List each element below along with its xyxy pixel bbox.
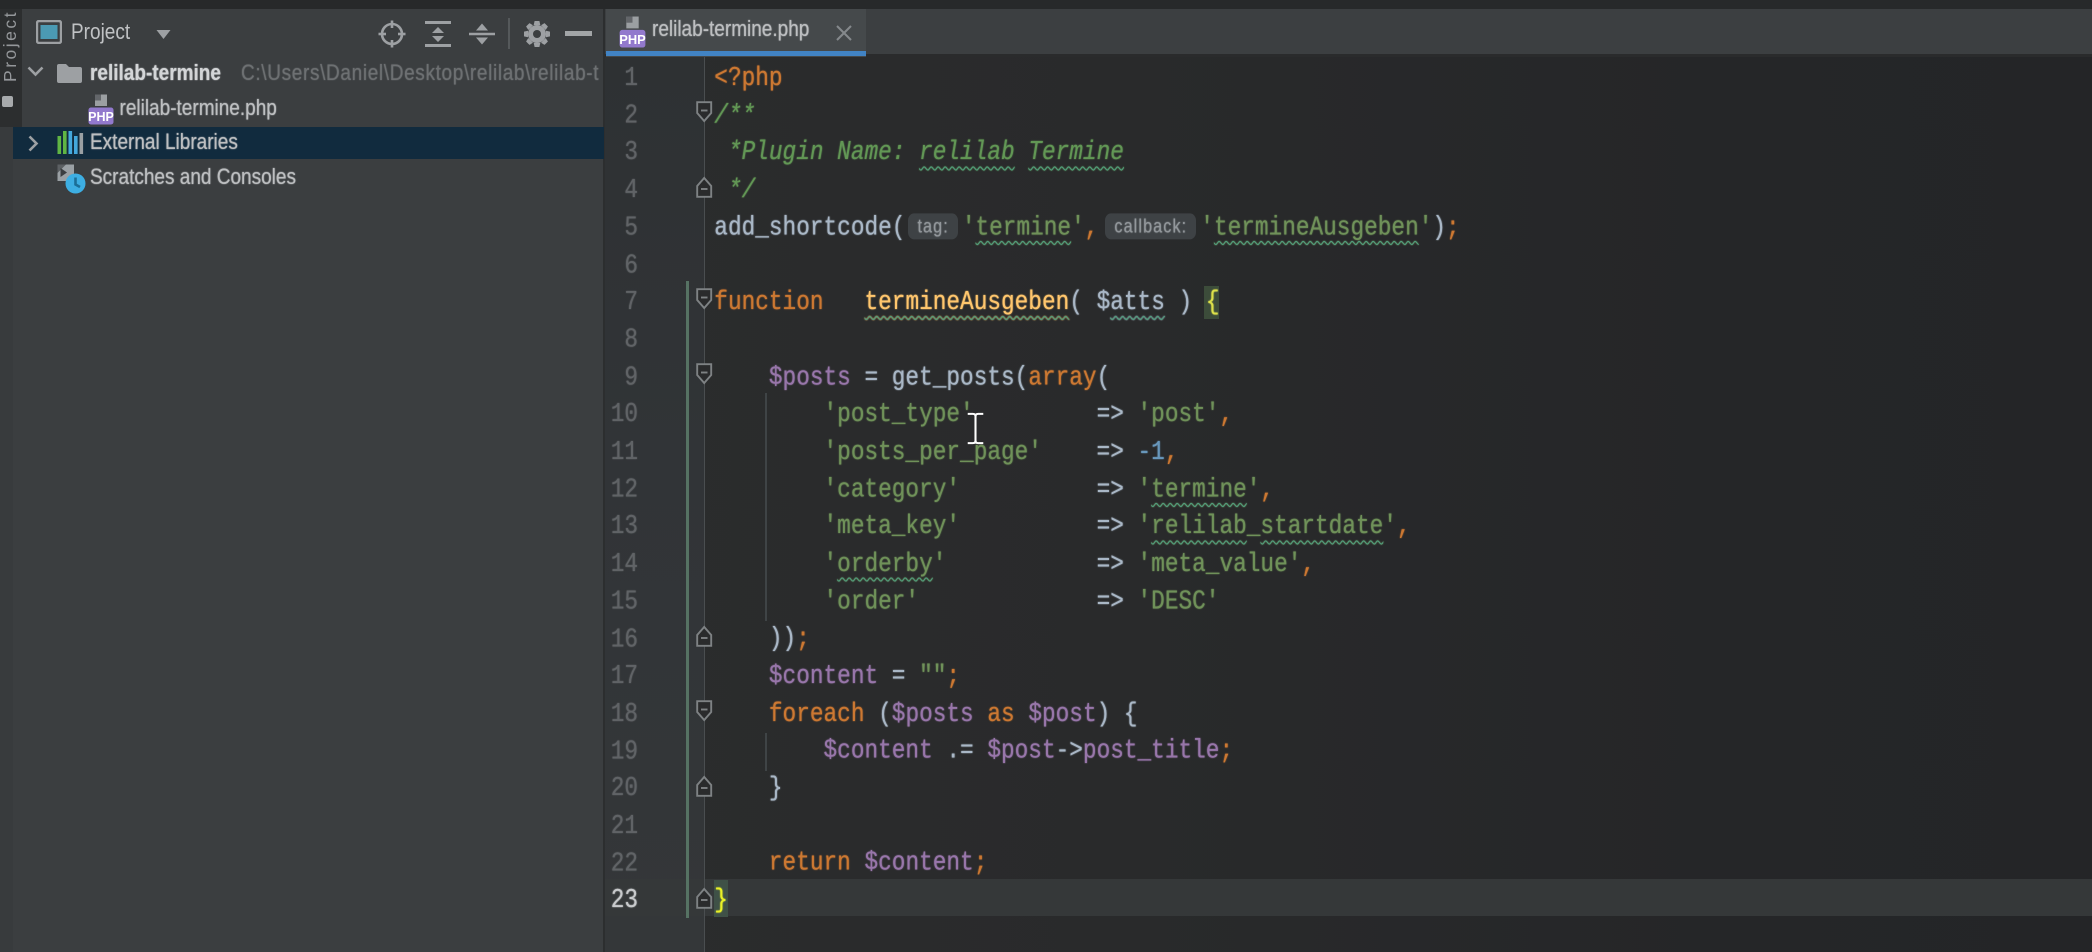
svg-text:PHP: PHP [88,110,114,124]
svg-text:PHP: PHP [619,32,646,47]
